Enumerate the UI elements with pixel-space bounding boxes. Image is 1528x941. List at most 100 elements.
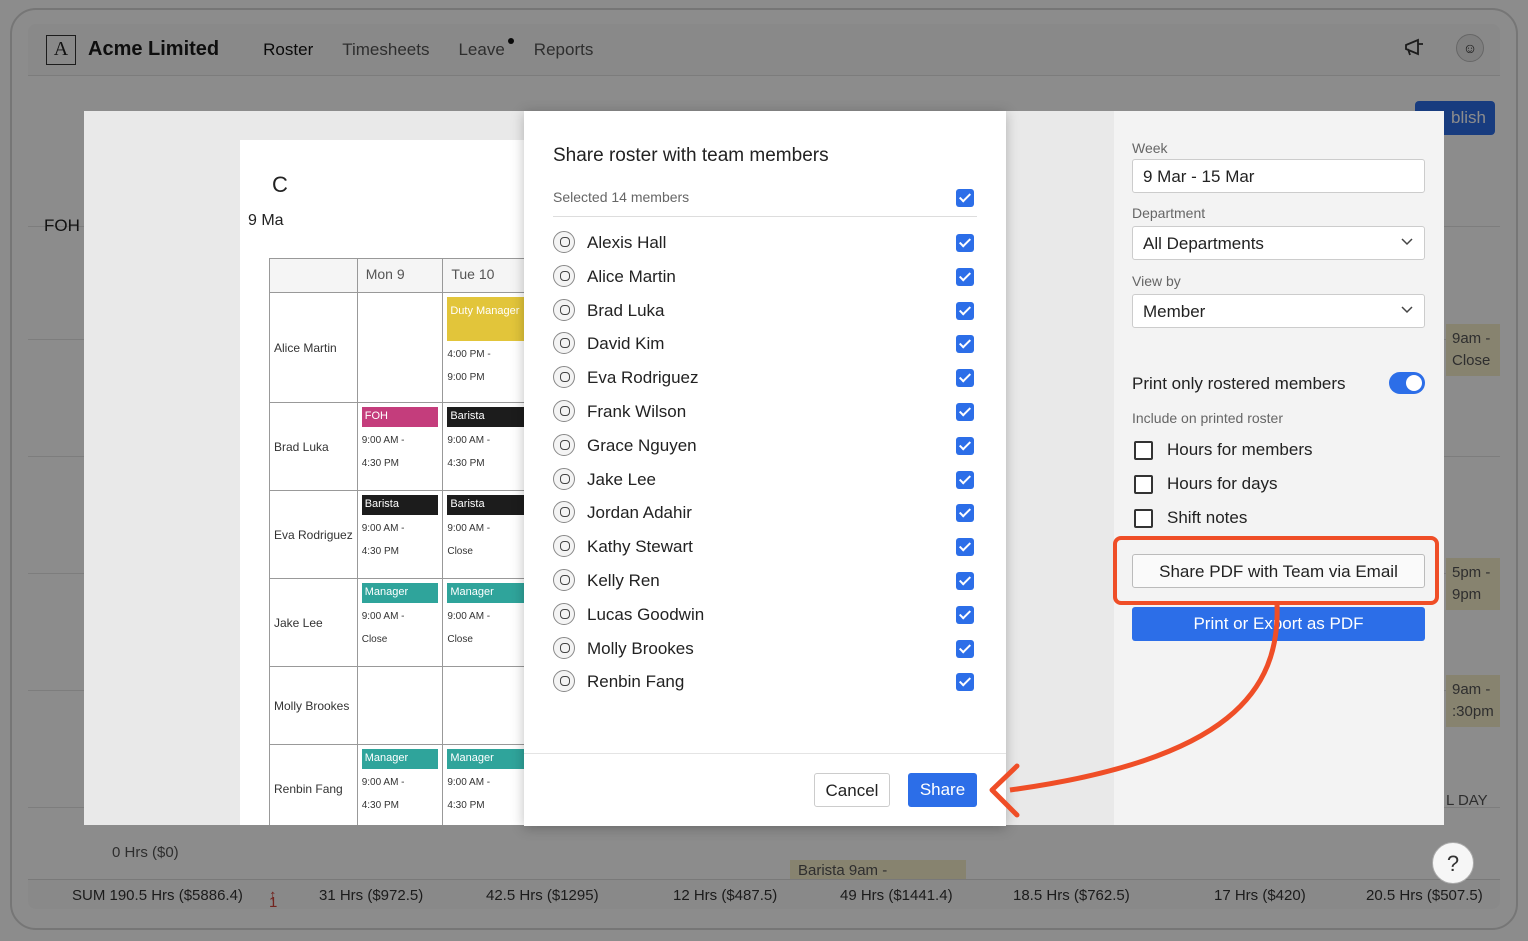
preview-day-cell: Duty Manager 4:00 PM - 9:00 PM <box>442 292 529 403</box>
preview-row: Brad Luka FOH 9:00 AM - 4:30 PM Barista 9:00 … <box>269 402 529 491</box>
member-checkbox[interactable] <box>956 403 974 421</box>
member-checkbox[interactable] <box>956 605 974 624</box>
member-avatar <box>553 332 575 355</box>
help-button[interactable]: ? <box>1432 842 1474 884</box>
member-row[interactable]: Lucas Goodwin <box>553 600 977 630</box>
preview-member-name: Renbin Fang <box>269 744 358 825</box>
member-checkbox[interactable] <box>956 572 974 590</box>
member-name: Alice Martin <box>587 266 676 286</box>
member-avatar <box>553 636 575 659</box>
share-button[interactable]: Share <box>908 773 977 807</box>
preview-member-name: Alice Martin <box>269 292 358 403</box>
preview-day-cell: Barista 9:00 AM - Close <box>442 490 529 579</box>
member-avatar <box>553 602 575 625</box>
member-row[interactable]: Kathy Stewart <box>553 532 977 562</box>
preview-day-cell: FOH 9:00 AM - 4:30 PM <box>356 402 444 491</box>
member-name: Molly Brookes <box>587 638 694 658</box>
preview-title: C <box>272 172 288 197</box>
member-row[interactable]: David Kim <box>553 329 977 359</box>
shift-start: 9:00 AM - <box>447 777 491 788</box>
member-row[interactable]: Alice Martin <box>553 262 977 292</box>
member-checkbox[interactable] <box>956 470 974 489</box>
department-value: All Departments <box>1143 234 1264 253</box>
preview-day-cell: Manager 9:00 AM - 4:30 PM <box>356 744 444 825</box>
option-label: Hours for members <box>1167 440 1313 459</box>
shift-tag: Manager <box>361 749 439 769</box>
option-shift-notes[interactable]: Shift notes <box>1134 508 1247 528</box>
member-avatar <box>553 298 575 321</box>
member-avatar <box>553 501 575 524</box>
member-avatar <box>553 535 575 558</box>
shift-start: 9:00 AM - <box>361 611 405 622</box>
member-name: Jordan Adahir <box>587 503 692 523</box>
preview-day-cell: Manager 9:00 AM - 4:30 PM <box>442 744 529 825</box>
member-row[interactable]: Jordan Adahir <box>553 498 977 528</box>
shift-tag: Manager <box>361 583 439 603</box>
shift-tag: Duty Manager <box>447 297 524 341</box>
member-checkbox[interactable] <box>956 267 974 286</box>
cancel-button[interactable]: Cancel <box>814 773 890 807</box>
member-checkbox[interactable] <box>956 504 974 523</box>
member-checkbox[interactable] <box>956 673 974 692</box>
member-checkbox[interactable] <box>956 335 974 354</box>
member-name: Lucas Goodwin <box>587 604 705 624</box>
preview-row: Eva Rodriguez Barista 9:00 AM -4:30 PM Bari… <box>269 490 529 579</box>
member-checkbox[interactable] <box>956 234 974 252</box>
option-label: Shift notes <box>1167 508 1248 527</box>
highlight-annotation <box>1113 536 1439 605</box>
preview-day-cell <box>442 666 529 745</box>
select-all-row[interactable]: Selected 14 members <box>553 189 977 217</box>
preview-day-cell: Barista 9:00 AM - 4:30 PM <box>442 402 529 491</box>
member-row[interactable]: Alexis Hall <box>553 228 977 258</box>
week-field[interactable]: 9 Mar - 15 Mar <box>1132 159 1425 193</box>
member-checkbox[interactable] <box>956 538 974 557</box>
shift-tag: Manager <box>447 583 524 603</box>
shift-end: 4:30 PM <box>361 800 399 811</box>
preview-member-name: Molly Brookes <box>269 666 358 745</box>
member-checkbox[interactable] <box>956 436 974 455</box>
checkbox[interactable] <box>1134 440 1153 460</box>
chevron-down-icon <box>1401 238 1413 246</box>
shift-end: 4:30 PM <box>361 458 399 469</box>
department-select[interactable]: All Departments <box>1132 226 1425 260</box>
shift-end: 9:00 PM <box>447 372 485 383</box>
preview-member-name: Eva Rodriguez <box>269 490 358 579</box>
member-row[interactable]: Grace Nguyen <box>553 431 977 461</box>
member-row[interactable]: Frank Wilson <box>553 397 977 427</box>
shift-end: 4:30 PM <box>447 800 485 811</box>
member-avatar <box>553 264 575 287</box>
member-row[interactable]: Kelly Ren <box>553 566 977 596</box>
member-checkbox[interactable] <box>956 369 974 388</box>
member-checkbox[interactable] <box>956 301 974 320</box>
member-row[interactable]: Brad Luka <box>553 296 977 326</box>
preview-day-cell: Barista 9:00 AM - 4:30 PM <box>356 490 444 579</box>
option-hours-days[interactable]: Hours for days <box>1134 474 1278 494</box>
viewby-select[interactable]: Member <box>1132 294 1425 328</box>
preview-row: Molly Brookes <box>269 666 529 745</box>
print-preview-page: Mon 9 Tue 10 Alice Martin Duty Manager 4:0… <box>240 140 530 825</box>
checkbox[interactable] <box>1134 474 1153 494</box>
shift-end: 4:30 PM <box>361 546 399 557</box>
shift-end: Close <box>447 546 473 557</box>
select-all-checkbox[interactable] <box>956 189 974 207</box>
shift-start: 9:00 AM - <box>361 435 405 446</box>
include-label: Include on printed roster <box>1132 410 1283 426</box>
member-name: Alexis Hall <box>587 233 667 252</box>
member-checkbox[interactable] <box>956 639 974 658</box>
print-export-button[interactable]: Print or Export as PDF <box>1132 607 1425 641</box>
member-row[interactable]: Eva Rodriguez <box>553 363 977 393</box>
preview-row: Jake Lee Manager 9:00 AM - Close Manager 9:00… <box>269 578 529 667</box>
member-row[interactable]: Jake Lee <box>553 465 977 495</box>
rostered-only-toggle[interactable] <box>1389 372 1425 394</box>
member-row[interactable]: Renbin Fang <box>553 667 977 697</box>
shift-tag: Manager <box>447 749 524 769</box>
option-hours-members[interactable]: Hours for members <box>1134 440 1312 460</box>
checkbox[interactable] <box>1134 508 1153 528</box>
member-name: Grace Nguyen <box>587 435 697 455</box>
shift-tag: Barista <box>361 495 439 515</box>
preview-day-cell <box>356 292 444 403</box>
member-row[interactable]: Molly Brookes <box>553 634 977 664</box>
shift-end: Close <box>447 634 473 645</box>
option-label: Hours for days <box>1167 474 1278 493</box>
shift-tag: Barista <box>447 495 524 515</box>
